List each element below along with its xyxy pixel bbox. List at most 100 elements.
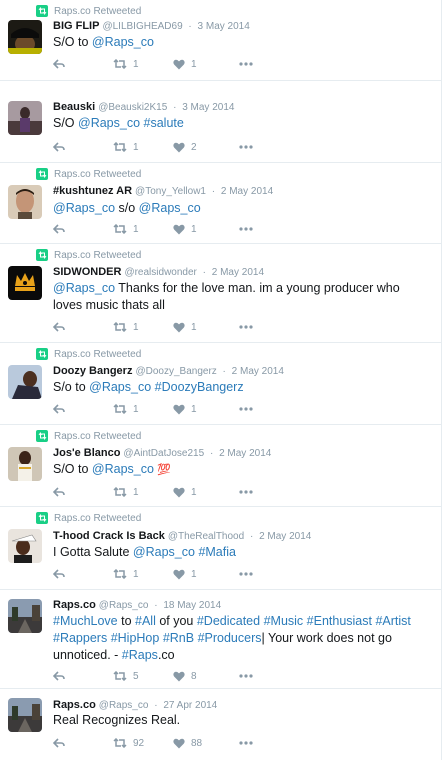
more-button[interactable] bbox=[239, 674, 253, 678]
more-button[interactable] bbox=[239, 741, 253, 745]
author-handle[interactable]: @Raps_co bbox=[99, 600, 149, 611]
author-name[interactable]: Beauski bbox=[53, 101, 95, 113]
reply-button[interactable] bbox=[53, 142, 113, 152]
author-name[interactable]: SIDWONDER bbox=[53, 266, 121, 278]
reply-button[interactable] bbox=[53, 404, 113, 414]
avatar[interactable] bbox=[8, 599, 42, 633]
retweet-button[interactable]: 5 bbox=[113, 671, 173, 682]
avatar[interactable] bbox=[8, 365, 42, 399]
tweet-date[interactable]: 3 May 2014 bbox=[198, 21, 250, 32]
reply-button[interactable] bbox=[53, 59, 113, 69]
like-button[interactable]: 1 bbox=[173, 487, 239, 498]
tweet-date[interactable]: 27 Apr 2014 bbox=[163, 700, 217, 711]
reply-button[interactable] bbox=[53, 671, 113, 681]
hashtag-link[interactable]: #All bbox=[135, 614, 156, 628]
more-button[interactable] bbox=[239, 572, 253, 576]
tweet-date[interactable]: 2 May 2014 bbox=[221, 186, 273, 197]
more-button[interactable] bbox=[239, 145, 253, 149]
author-name[interactable]: Doozy Bangerz bbox=[53, 365, 132, 377]
author-handle[interactable]: @Beauski2K15 bbox=[98, 102, 167, 113]
retweet-button[interactable]: 1 bbox=[113, 322, 173, 333]
like-button[interactable]: 88 bbox=[173, 738, 239, 749]
tweet-item[interactable]: Beauski @Beauski2K15 · 3 May 2014 S/O @Ra… bbox=[0, 81, 441, 163]
author-handle[interactable]: @TheRealThood bbox=[168, 531, 244, 542]
author-handle[interactable]: @Raps_co bbox=[99, 700, 149, 711]
avatar[interactable] bbox=[8, 266, 42, 300]
tweet-item[interactable]: Raps.co Retweeted Doozy Bangerz @Doozy_Ba… bbox=[0, 343, 441, 425]
tweet-item[interactable]: Raps.co @Raps_co · 18 May 2014 #MuchLove … bbox=[0, 590, 441, 689]
author-name[interactable]: Raps.co bbox=[53, 599, 96, 611]
more-button[interactable] bbox=[239, 227, 253, 231]
mention-link[interactable]: @Raps_co bbox=[53, 201, 115, 215]
mention-link[interactable]: @Raps_co bbox=[92, 462, 154, 476]
hashtag-link[interactable]: #DoozyBangerz bbox=[155, 380, 244, 394]
hashtag-link[interactable]: #Mafia bbox=[198, 545, 236, 559]
like-button[interactable]: 8 bbox=[173, 671, 239, 682]
hashtag-link[interactable]: #Enthusiast bbox=[307, 614, 372, 628]
like-button[interactable]: 1 bbox=[173, 569, 239, 580]
tweet-date[interactable]: 3 May 2014 bbox=[182, 102, 234, 113]
retweet-button[interactable]: 1 bbox=[113, 224, 173, 235]
hashtag-link[interactable]: #Artist bbox=[375, 614, 410, 628]
author-handle[interactable]: @Doozy_Bangerz bbox=[135, 366, 216, 377]
author-handle[interactable]: @realsidwonder bbox=[124, 267, 196, 278]
hashtag-link[interactable]: #Music bbox=[264, 614, 304, 628]
tweet-item[interactable]: Raps.co Retweeted T-hood Crack Is Back @T… bbox=[0, 507, 441, 590]
author-handle[interactable]: @AintDatJose215 bbox=[123, 448, 204, 459]
mention-link[interactable]: @Raps_co bbox=[139, 201, 201, 215]
tweet-item[interactable]: Raps.co Retweeted #kushtunez AR @Tony_Yel… bbox=[0, 163, 441, 244]
hashtag-link[interactable]: #Rappers bbox=[53, 631, 107, 645]
reply-button[interactable] bbox=[53, 487, 113, 497]
tweet-item[interactable]: Raps.co Retweeted BIG FLIP @LILBIGHEAD69 … bbox=[0, 0, 441, 81]
hashtag-link[interactable]: #RnB bbox=[163, 631, 194, 645]
tweet-date[interactable]: 2 May 2014 bbox=[219, 448, 271, 459]
tweet-date[interactable]: 18 May 2014 bbox=[163, 600, 221, 611]
tweet-date[interactable]: 2 May 2014 bbox=[212, 267, 264, 278]
tweet-date[interactable]: 2 May 2014 bbox=[259, 531, 311, 542]
reply-button[interactable] bbox=[53, 224, 113, 234]
reply-button[interactable] bbox=[53, 569, 113, 579]
author-handle[interactable]: @LILBIGHEAD69 bbox=[102, 21, 182, 32]
retweet-button[interactable]: 1 bbox=[113, 487, 173, 498]
tweet-item[interactable]: Raps.co Retweeted Jos'e Blanco @AintDatJo… bbox=[0, 425, 441, 507]
avatar[interactable] bbox=[8, 20, 42, 54]
author-name[interactable]: Raps.co bbox=[53, 699, 96, 711]
mention-link[interactable]: @Raps_co bbox=[92, 35, 154, 49]
tweet-item[interactable]: Raps.co @Raps_co · 27 Apr 2014 Real Recog… bbox=[0, 689, 441, 760]
reply-button[interactable] bbox=[53, 322, 113, 332]
avatar[interactable] bbox=[8, 101, 42, 135]
more-button[interactable] bbox=[239, 407, 253, 411]
avatar[interactable] bbox=[8, 529, 42, 563]
hashtag-link[interactable]: #MuchLove bbox=[53, 614, 118, 628]
author-name[interactable]: #kushtunez AR bbox=[53, 185, 132, 197]
reply-button[interactable] bbox=[53, 738, 113, 748]
mention-link[interactable]: @Raps_co bbox=[53, 281, 115, 295]
retweet-button[interactable]: 1 bbox=[113, 404, 173, 415]
avatar[interactable] bbox=[8, 698, 42, 732]
avatar[interactable] bbox=[8, 447, 42, 481]
more-button[interactable] bbox=[239, 325, 253, 329]
hashtag-link[interactable]: #Producers bbox=[198, 631, 262, 645]
hashtag-link[interactable]: #Raps bbox=[122, 648, 158, 662]
author-handle[interactable]: @Tony_Yellow1 bbox=[135, 186, 206, 197]
author-name[interactable]: BIG FLIP bbox=[53, 20, 99, 32]
retweet-button[interactable]: 1 bbox=[113, 142, 173, 153]
like-button[interactable]: 1 bbox=[173, 59, 239, 70]
hashtag-link[interactable]: #salute bbox=[144, 116, 184, 130]
avatar[interactable] bbox=[8, 185, 42, 219]
like-button[interactable]: 1 bbox=[173, 224, 239, 235]
retweet-button[interactable]: 1 bbox=[113, 59, 173, 70]
mention-link[interactable]: @Raps_co bbox=[78, 116, 140, 130]
retweet-button[interactable]: 92 bbox=[113, 738, 173, 749]
hashtag-link[interactable]: #Dedicated bbox=[197, 614, 260, 628]
like-button[interactable]: 1 bbox=[173, 322, 239, 333]
tweet-item[interactable]: Raps.co Retweeted SIDWONDER @realsidwonde… bbox=[0, 244, 441, 343]
hashtag-link[interactable]: #HipHop bbox=[111, 631, 160, 645]
tweet-date[interactable]: 2 May 2014 bbox=[232, 366, 284, 377]
mention-link[interactable]: @Raps_co bbox=[89, 380, 151, 394]
author-name[interactable]: T-hood Crack Is Back bbox=[53, 530, 165, 542]
mention-link[interactable]: @Raps_co bbox=[133, 545, 195, 559]
author-name[interactable]: Jos'e Blanco bbox=[53, 447, 120, 459]
like-button[interactable]: 2 bbox=[173, 142, 239, 153]
retweet-button[interactable]: 1 bbox=[113, 569, 173, 580]
